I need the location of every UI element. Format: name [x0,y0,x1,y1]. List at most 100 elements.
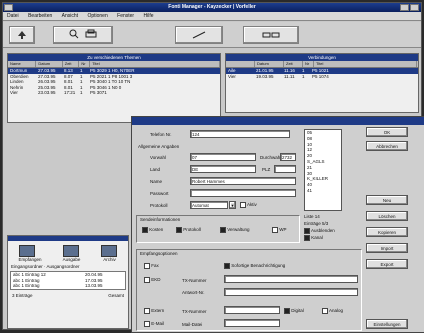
tx-input[interactable] [224,275,358,283]
ok-button[interactable]: OK [366,127,408,137]
opt-kosten-label: Kosten [149,227,164,233]
folder-icons: Empfangen Ausgabe Archiv [8,241,128,262]
mail-input[interactable] [224,319,280,327]
opt-email[interactable]: E-Mail [144,321,164,327]
list-item[interactable]: 41 [305,188,341,194]
menu-options[interactable]: Optionen [83,12,111,21]
opt-protokoll-label: Protokoll [183,227,201,233]
opt-kosten[interactable]: Kosten [142,227,163,233]
opt-verwaltung[interactable]: Verwaltung [220,227,250,233]
name-input[interactable]: Robert Hammes [190,177,296,185]
name-label: Name [150,179,163,184]
folder-label: Archiv [103,257,116,262]
export-button[interactable]: Export [366,259,408,269]
list-opt-kanal[interactable]: Kanal [304,235,323,241]
vorwahl-input[interactable]: 07 [190,153,256,161]
mail-label: Mail-Datei [182,322,203,327]
section-sende: Sendeinformationen [140,217,181,222]
table-cell: 1 [80,90,83,95]
col-header[interactable]: Nr [79,61,91,67]
opt-analog-label: Analog [329,308,344,314]
col-header[interactable]: Titel [314,61,417,67]
search-tools-button[interactable] [53,26,113,44]
import-button[interactable]: Import [366,243,408,253]
new-button[interactable]: Neu [366,195,408,205]
settings-button[interactable]: Einstellungen [366,319,408,329]
archive-folder[interactable]: Archiv [101,245,118,262]
col-header[interactable]: Zeit [63,61,80,67]
table-cell: P5 3071 [90,90,107,95]
tx-input-2[interactable] [224,306,280,314]
aktiv-checkbox[interactable]: Aktiv [240,202,257,208]
dialog-title-bar [132,117,424,125]
opt-sofort[interactable]: Sofortige Benachrichtigung [224,263,285,269]
left-list-panel: Zu verschiedenen Themen Name Datum Zeit … [7,53,221,123]
col-header[interactable] [226,61,255,67]
folder-caption: Eingangsordner · Ausgangsordner [11,264,80,269]
menu-view[interactable]: Ansicht [58,12,82,21]
cancel-button[interactable]: Abbrechen [366,141,408,151]
list-caption: Liste 14 [304,214,320,219]
entry-list[interactable]: 05 08 10 12 20 S_AGLS 21 30 K_KILLER 40 41 [304,129,342,211]
arrow-up-icon[interactable] [9,26,35,44]
folder-label: Empfangen [18,257,42,262]
opt-wp-label: WP [279,227,287,233]
table-cell: 19.03.95 [256,73,274,79]
menu-edit[interactable]: Bearbeiten [24,12,56,21]
list-item[interactable]: abc 1 Eintrag 13.03.95 [11,283,125,289]
table-cell: 17:21 [64,90,76,95]
protokoll-select[interactable]: Automat [190,201,228,209]
col-header[interactable]: Zeit [284,61,303,67]
opt-fax-label: Fax [151,263,159,269]
opt-protokoll[interactable]: Protokoll [176,227,201,233]
table-cell: 1 [302,73,305,79]
opt-fax[interactable]: Fax [144,263,159,269]
link-icon[interactable] [243,26,299,44]
bottom-left-rows: abc 1 Eintrag 12 20.04.95 abc 1 Eintrag 17.… [10,271,126,290]
table-cell: Vier [228,73,236,79]
system-menu-icon[interactable] [4,4,13,11]
delete-button[interactable]: Löschen [366,211,408,221]
menu-window[interactable]: Fenster [113,12,138,21]
printer-icon [85,29,97,41]
passwort-input[interactable] [190,189,296,197]
col-header[interactable]: Datum [255,61,284,67]
tx-label-2: TX-Nummer [182,309,207,314]
inbox-icon [18,245,35,257]
durchwahl-input[interactable]: 2732 [280,153,296,161]
aktiv-label: Aktiv [247,202,257,208]
telefon-label: Telefon Nr. [150,132,172,137]
table-cell: 13.03.95 [85,283,103,288]
land-input[interactable]: DE [190,165,256,173]
menu-help[interactable]: Hilfe [139,12,157,21]
menu-file[interactable]: Datei [3,12,23,21]
plz-input[interactable] [274,165,296,173]
inbox-folder[interactable]: Empfangen [18,245,42,262]
chevron-down-icon[interactable]: ▾ [229,201,236,209]
menu-bar: Datei Bearbeiten Ansicht Optionen Fenste… [3,12,421,21]
copy-button[interactable]: Kopieren [366,227,408,237]
opt-extern[interactable]: Extern [144,308,164,314]
minimize-icon[interactable] [400,4,409,11]
tools-icon[interactable] [175,26,223,44]
opt-analog[interactable]: Analog [322,308,343,314]
outbox-folder[interactable]: Ausgabe [62,245,80,262]
opt-digital[interactable]: Digital [284,308,304,314]
col-header[interactable]: Nr [303,61,314,67]
list-opt-ausblenden-label: Ausblenden [311,228,335,234]
col-header[interactable]: Titel [90,61,220,67]
opt-email-label: E-Mail [151,321,165,327]
opt-wp[interactable]: WP [272,227,287,233]
maximize-icon[interactable] [410,4,419,11]
antwort-input[interactable] [224,288,358,296]
main-window: Fonti Manager - Kayzecker | Vorfeller Da… [2,2,424,333]
bottom-left-panel: Empfangen Ausgabe Archiv Eingangsordner … [7,235,129,329]
col-header[interactable]: Datum [36,61,63,67]
telefon-input[interactable]: 124 [190,130,290,138]
opt-ekd[interactable]: EKD [144,277,161,283]
col-header[interactable]: Name [8,61,37,67]
table-row[interactable]: Vier 23.03.95 17:21 1 P5 3071 [8,90,220,96]
left-panel-header: Name Datum Zeit Nr Titel [8,61,220,68]
table-row[interactable]: Vier 19.03.95 11.11 1 P5 1074 [226,74,418,80]
list-opt-ausblenden[interactable]: Ausblenden [304,228,335,234]
